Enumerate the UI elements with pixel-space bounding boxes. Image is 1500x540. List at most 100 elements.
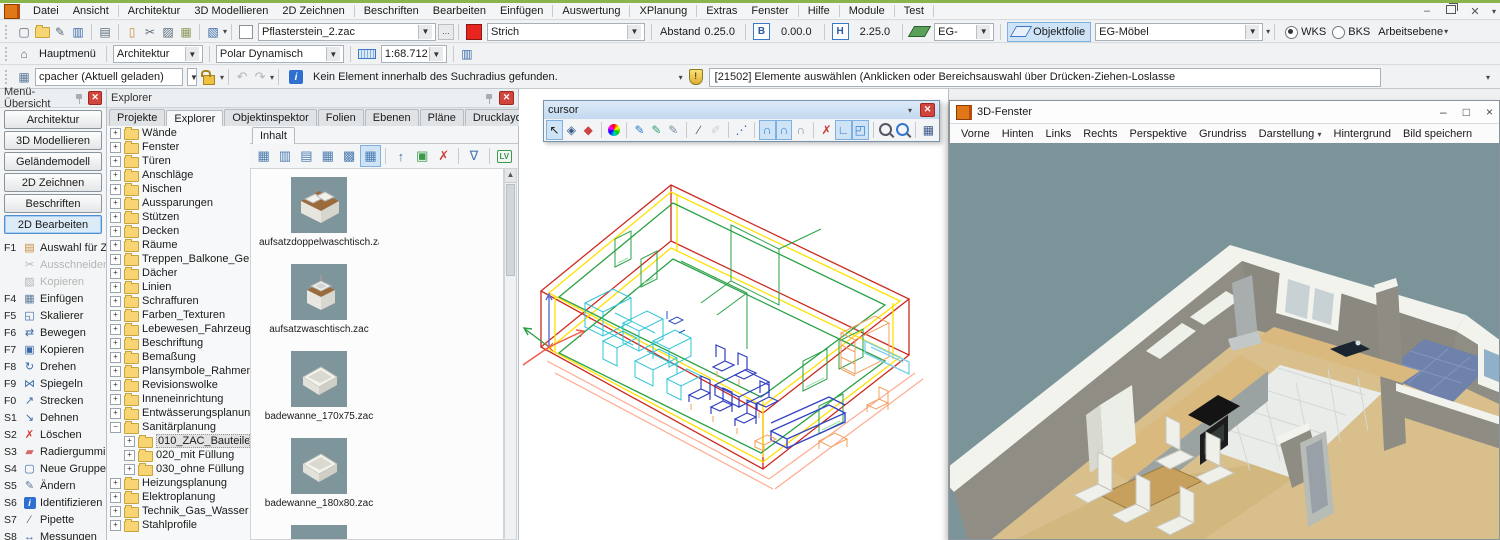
tree-item-fenster[interactable]: +Fenster <box>107 140 250 154</box>
point-snap-icon[interactable]: ⋰ <box>733 120 750 140</box>
tab-pläne[interactable]: Pläne <box>420 109 464 126</box>
project-dropdown[interactable]: ▼ <box>187 68 197 86</box>
menu-fenster[interactable]: Fenster <box>744 4 795 18</box>
tree-expander-icon[interactable]: + <box>110 520 121 531</box>
tree-item-lebewesen-fahrzeuge-veg[interactable]: +Lebewesen_Fahrzeuge_Veg <box>107 322 250 336</box>
wks-radio[interactable] <box>1285 26 1298 39</box>
catalog-item-aufsatzwaschtisch-zac[interactable]: aufsatzwaschtisch.zac <box>259 264 379 335</box>
command-selection-clipboard[interactable]: F1▤Auswahl für Z... <box>0 239 106 256</box>
cursor-toolbar-titlebar[interactable]: cursor ▾ ✕ <box>544 101 939 119</box>
tree-expander-icon[interactable]: + <box>110 296 121 307</box>
lock-open-icon[interactable] <box>203 75 215 85</box>
line-style-dropdown-icon[interactable]: ▼ <box>627 25 641 39</box>
tree-item-sanitärplanung[interactable]: −Sanitärplanung <box>107 420 250 434</box>
scale-select[interactable]: 1:68.712 ▼ <box>381 45 447 63</box>
restore-button[interactable] <box>1443 5 1459 17</box>
menu-architektur[interactable]: Architektur <box>121 4 188 18</box>
menu-bearbeiten[interactable]: Bearbeiten <box>426 4 493 18</box>
sidebar-button-beschriften[interactable]: Beschriften <box>4 194 102 213</box>
catalog-tree[interactable]: +Wände+Fenster+Türen+Anschläge+Nischen+A… <box>107 126 251 540</box>
new-document-icon[interactable]: ▢ <box>15 23 33 41</box>
prompt-overflow-icon[interactable]: ▾ <box>1486 73 1490 82</box>
tree-item-020-mit-füllung[interactable]: +020_mit Füllung <box>107 448 250 462</box>
view-thumbnail-icon[interactable]: ▦ <box>360 145 381 167</box>
layer-dropdown-icon[interactable]: ▼ <box>976 25 990 39</box>
tree-expander-icon[interactable]: + <box>110 170 121 181</box>
scroll-up-icon[interactable]: ▲ <box>505 169 516 183</box>
tree-item-linien[interactable]: +Linien <box>107 280 250 294</box>
mode-select[interactable]: Architektur ▼ <box>113 45 203 63</box>
view-list-icon[interactable]: ▤ <box>296 145 317 167</box>
tree-item-dächer[interactable]: +Dächer <box>107 266 250 280</box>
section-zoom-icon[interactable]: ◰ <box>852 120 869 140</box>
pipette-icon[interactable]: ∕ <box>690 120 707 140</box>
tree-expander-icon[interactable]: + <box>110 338 121 349</box>
tab-projekte[interactable]: Projekte <box>109 109 165 126</box>
tree-expander-icon[interactable]: + <box>110 352 121 363</box>
tree-expander-icon[interactable]: + <box>110 506 121 517</box>
height-icon[interactable]: H <box>832 23 849 40</box>
tree-expander-icon[interactable]: + <box>110 268 121 279</box>
scroll-thumb[interactable] <box>506 184 515 276</box>
paste-clipboard-icon[interactable]: ▯ <box>123 23 141 41</box>
sidebar-button-2d-bearbeiten[interactable]: 2D Bearbeiten <box>4 215 102 234</box>
tree-expander-icon[interactable]: + <box>110 478 121 489</box>
3d-menu-vorne[interactable]: Vorne <box>956 127 995 141</box>
abstand-value[interactable]: 0.25.0 <box>704 26 735 38</box>
plot-icon-dropdown[interactable]: ▾ <box>223 27 227 36</box>
snap-points-colored-icon[interactable]: ◆ <box>580 120 597 140</box>
3d-menu-perspektive[interactable]: Perspektive <box>1124 127 1191 141</box>
line-style-select[interactable]: Strich ▼ <box>487 23 645 41</box>
pencil-dimension-icon[interactable]: ✎ <box>665 120 682 140</box>
tree-item-elektroplanung[interactable]: +Elektroplanung <box>107 490 250 504</box>
tree-item-türen[interactable]: +Türen <box>107 154 250 168</box>
menu-ansicht[interactable]: Ansicht <box>66 4 116 18</box>
sidebar-button-architektur[interactable]: Architektur <box>4 110 102 129</box>
command-duplicate[interactable]: F7▣Kopieren <box>0 341 106 358</box>
tree-expander-icon[interactable]: + <box>110 254 121 265</box>
tree-expander-icon[interactable]: + <box>110 366 121 377</box>
snap-mode-select[interactable]: Polar Dynamisch ▼ <box>216 45 344 63</box>
view-detail-icon[interactable]: ▦ <box>317 145 338 167</box>
command-scale[interactable]: F5◱Skalierer <box>0 307 106 324</box>
pencil-line-icon[interactable]: ✎ <box>648 120 665 140</box>
tree-item-stützen[interactable]: +Stützen <box>107 210 250 224</box>
pattern-select[interactable]: Pflasterstein_2.zac ▼ <box>258 23 436 41</box>
scale-dropdown-icon[interactable]: ▼ <box>429 47 443 61</box>
tree-item-030-ohne-füllung[interactable]: +030_ohne Füllung <box>107 462 250 476</box>
view-tile-icon[interactable]: ▩ <box>339 145 360 167</box>
tree-item-aussparungen[interactable]: +Aussparungen <box>107 196 250 210</box>
tree-item-plansymbole-rahmen[interactable]: +Plansymbole_Rahmen <box>107 364 250 378</box>
view-medium-grid-icon[interactable]: ▥ <box>274 145 295 167</box>
snap-intersection-icon[interactable]: ✗ <box>818 120 835 140</box>
magnet-curve-icon[interactable]: ∩ <box>792 120 809 140</box>
folie-select[interactable]: EG-Möbel ▼ <box>1095 23 1263 41</box>
pattern-dropdown-icon[interactable]: ▼ <box>418 25 432 39</box>
print-icon[interactable]: ▤ <box>96 23 114 41</box>
command-extend[interactable]: S1↘Dehnen <box>0 409 106 426</box>
tree-item-farben-texturen[interactable]: +Farben_Texturen <box>107 308 250 322</box>
open-folder-icon[interactable] <box>33 23 51 41</box>
tree-item-beschriftung[interactable]: +Beschriftung <box>107 336 250 350</box>
cursor-toolbar-close-icon[interactable]: ✕ <box>920 103 935 117</box>
3d-menu-bild-speichern[interactable]: Bild speichern <box>1398 127 1477 141</box>
objektfolie-toggle[interactable]: Objektfolie <box>1007 22 1091 42</box>
toolbar-grip[interactable] <box>5 70 11 84</box>
tree-item-decken[interactable]: +Decken <box>107 224 250 238</box>
tab-ebenen[interactable]: Ebenen <box>365 109 419 126</box>
tree-item-schraffuren[interactable]: +Schraffuren <box>107 294 250 308</box>
tree-item-inneneinrichtung[interactable]: +Inneneinrichtung <box>107 392 250 406</box>
menu-test[interactable]: Test <box>897 4 931 18</box>
command-measure[interactable]: S8↔Messungen <box>0 528 106 540</box>
tab-objektinspektor[interactable]: Objektinspektor <box>224 109 316 126</box>
status-overflow-icon[interactable]: ▾ <box>679 73 683 82</box>
catalog-item-badewanne-170x75-zac[interactable]: badewanne_170x75.zac <box>259 351 379 422</box>
select-arrow-icon[interactable]: ↖ <box>546 120 563 140</box>
copy-icon[interactable]: ▨ <box>159 23 177 41</box>
plot-icon[interactable]: ▧ <box>204 23 222 41</box>
magnet-point-icon[interactable]: ∩ <box>776 120 793 140</box>
sidebar-button-geländemodell[interactable]: Geländemodell <box>4 152 102 171</box>
sidebar-button-3d-modellieren[interactable]: 3D Modellieren <box>4 131 102 150</box>
tree-expander-icon[interactable]: + <box>110 184 121 195</box>
tree-expander-icon[interactable]: + <box>110 380 121 391</box>
